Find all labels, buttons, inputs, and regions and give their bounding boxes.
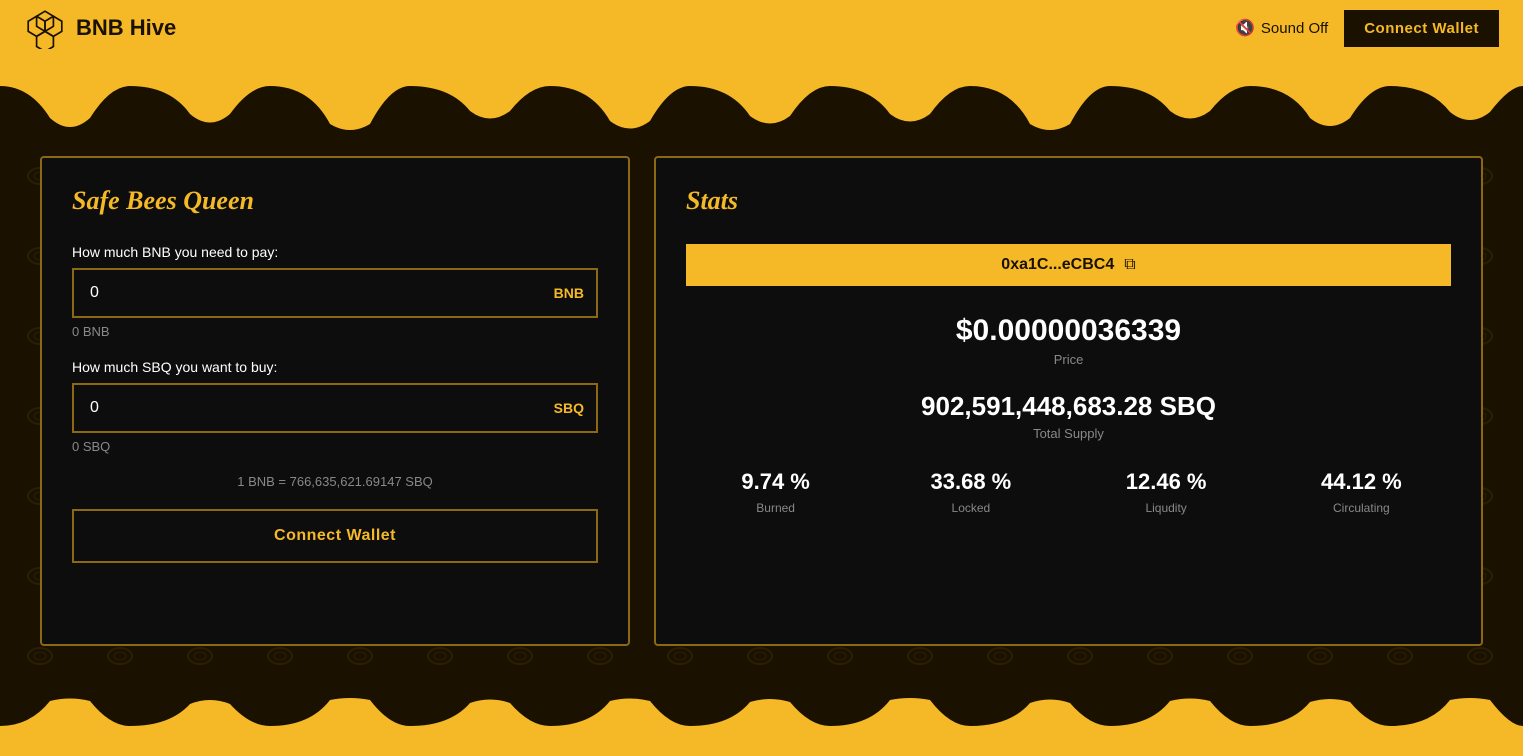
left-card: Safe Bees Queen How much BNB you need to…	[40, 156, 630, 646]
bnb-input-group: BNB	[72, 268, 598, 318]
stats-grid: 9.74 % Burned 33.68 % Locked 12.46 % Liqudity…	[686, 469, 1451, 515]
header: BNB Hive 🔇 Sound Off Connect Wallet	[0, 0, 1523, 56]
sbq-suffix: SBQ	[554, 400, 584, 416]
bottom-drip-svg	[0, 696, 1523, 756]
price-value: $0.00000036339	[686, 314, 1451, 348]
bnb-suffix: BNB	[554, 285, 584, 301]
bnb-balance: 0 BNB	[72, 324, 598, 339]
address-bar[interactable]: 0xa1C...eCBC4 ⧉	[686, 244, 1451, 286]
sbq-input[interactable]	[72, 383, 598, 433]
connect-wallet-card-button[interactable]: Connect Wallet	[72, 509, 598, 563]
bottom-drip	[0, 696, 1523, 756]
stat-pct: 12.46 %	[1077, 469, 1256, 495]
stat-item: 33.68 % Locked	[881, 469, 1060, 515]
bnb-input[interactable]	[72, 268, 598, 318]
supply-value: 902,591,448,683.28 SBQ	[686, 391, 1451, 422]
sound-off-label: Sound Off	[1261, 20, 1328, 37]
stat-item: 9.74 % Burned	[686, 469, 865, 515]
logo-icon	[24, 7, 66, 49]
sound-off-button[interactable]: 🔇 Sound Off	[1235, 18, 1328, 38]
sbq-field-label: How much SBQ you want to buy:	[72, 359, 598, 375]
rate-text: 1 BNB = 766,635,621.69147 SBQ	[72, 474, 598, 489]
stat-item: 12.46 % Liqudity	[1077, 469, 1256, 515]
main-content: Safe Bees Queen How much BNB you need to…	[0, 136, 1523, 696]
logo-text: BNB Hive	[76, 15, 176, 41]
stat-pct: 44.12 %	[1272, 469, 1451, 495]
stat-item: 44.12 % Circulating	[1272, 469, 1451, 515]
header-right: 🔇 Sound Off Connect Wallet	[1235, 10, 1499, 47]
sound-icon: 🔇	[1235, 18, 1255, 38]
right-card: Stats 0xa1C...eCBC4 ⧉ $0.00000036339 Pri…	[654, 156, 1483, 646]
copy-icon: ⧉	[1124, 256, 1135, 274]
drip-svg	[0, 56, 1523, 136]
top-drip	[0, 56, 1523, 136]
logo-area: BNB Hive	[24, 7, 176, 49]
supply-label: Total Supply	[686, 426, 1451, 441]
left-card-title: Safe Bees Queen	[72, 186, 598, 216]
address-text: 0xa1C...eCBC4	[1001, 256, 1114, 274]
price-label: Price	[686, 352, 1451, 367]
sbq-input-group: SBQ	[72, 383, 598, 433]
stat-pct: 9.74 %	[686, 469, 865, 495]
stat-name: Liqudity	[1077, 501, 1256, 515]
bnb-field-label: How much BNB you need to pay:	[72, 244, 598, 260]
connect-wallet-header-button[interactable]: Connect Wallet	[1344, 10, 1499, 47]
stat-name: Locked	[881, 501, 1060, 515]
sbq-balance: 0 SBQ	[72, 439, 598, 454]
stat-pct: 33.68 %	[881, 469, 1060, 495]
stat-name: Burned	[686, 501, 865, 515]
cards-container: Safe Bees Queen How much BNB you need to…	[40, 156, 1483, 646]
stats-title: Stats	[686, 186, 1451, 216]
stat-name: Circulating	[1272, 501, 1451, 515]
